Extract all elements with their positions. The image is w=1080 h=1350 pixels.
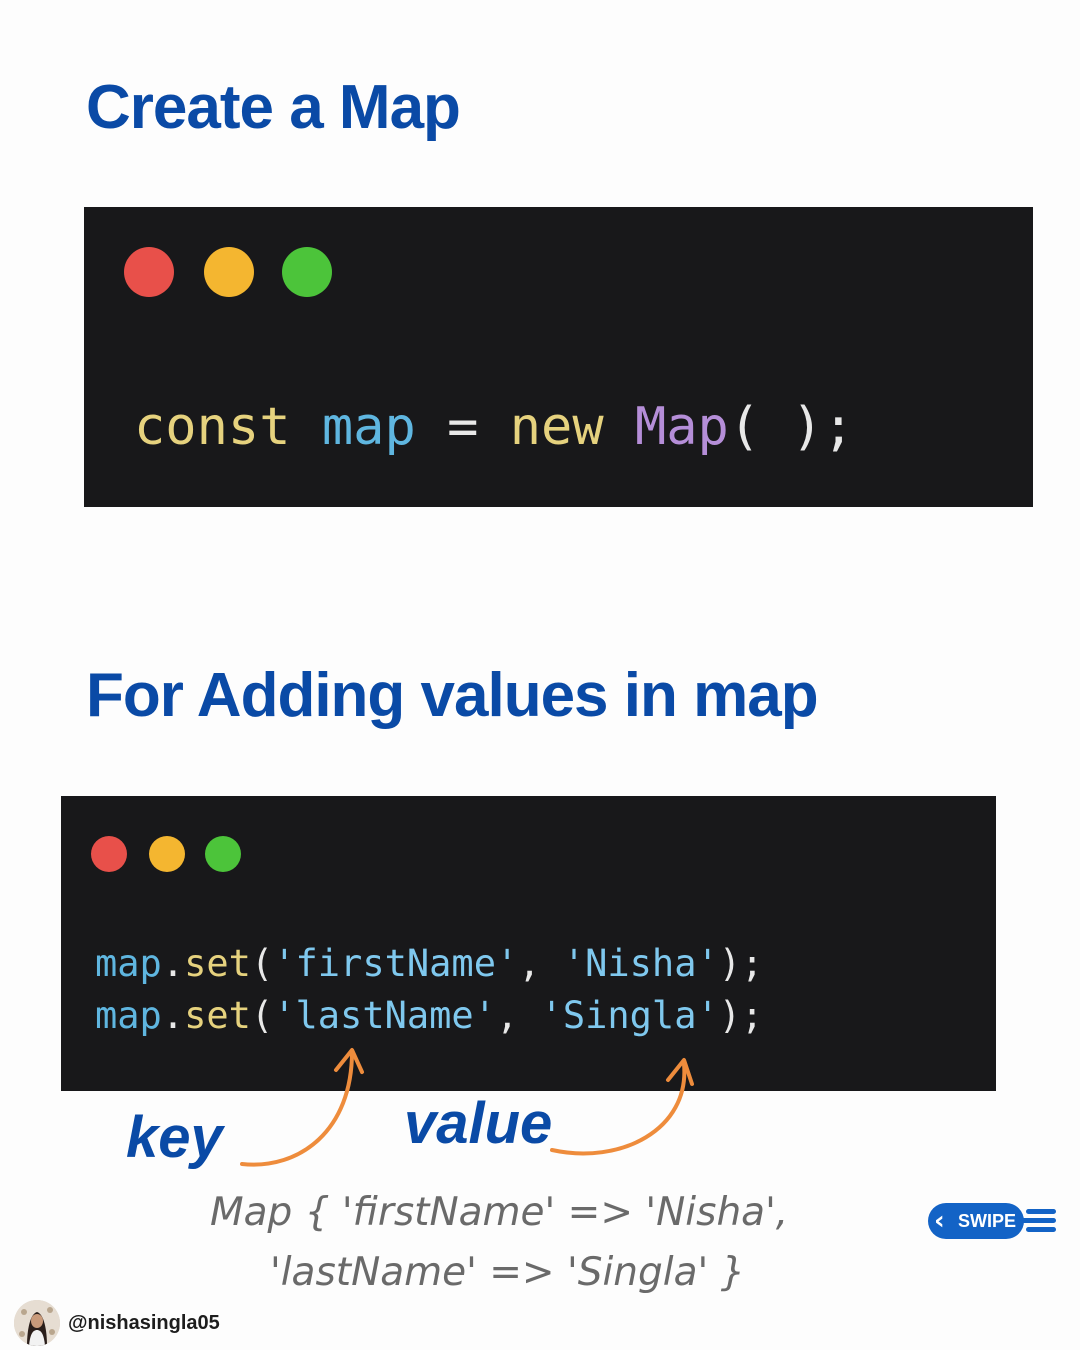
- profile-photo-icon: [14, 1300, 60, 1346]
- key-annotation-label: key: [126, 1105, 223, 1170]
- swipe-label: SWIPE: [958, 1211, 1017, 1231]
- value-annotation-label: value: [404, 1091, 553, 1156]
- output-line-1: Map { 'firstName' => 'Nisha',: [210, 1190, 789, 1235]
- output-line-2: 'lastName' => 'Singla' }: [270, 1250, 746, 1295]
- key-arrowhead-icon: [334, 1048, 364, 1074]
- avatar: [14, 1300, 60, 1346]
- swipe-button[interactable]: ‹ SWIPE: [928, 1203, 1060, 1239]
- value-arrowhead-icon: [666, 1058, 694, 1086]
- value-arrow-icon: [550, 1062, 687, 1156]
- author-handle-text: @nishasingla05: [68, 1312, 220, 1334]
- chevron-left-icon: ‹: [934, 1206, 945, 1236]
